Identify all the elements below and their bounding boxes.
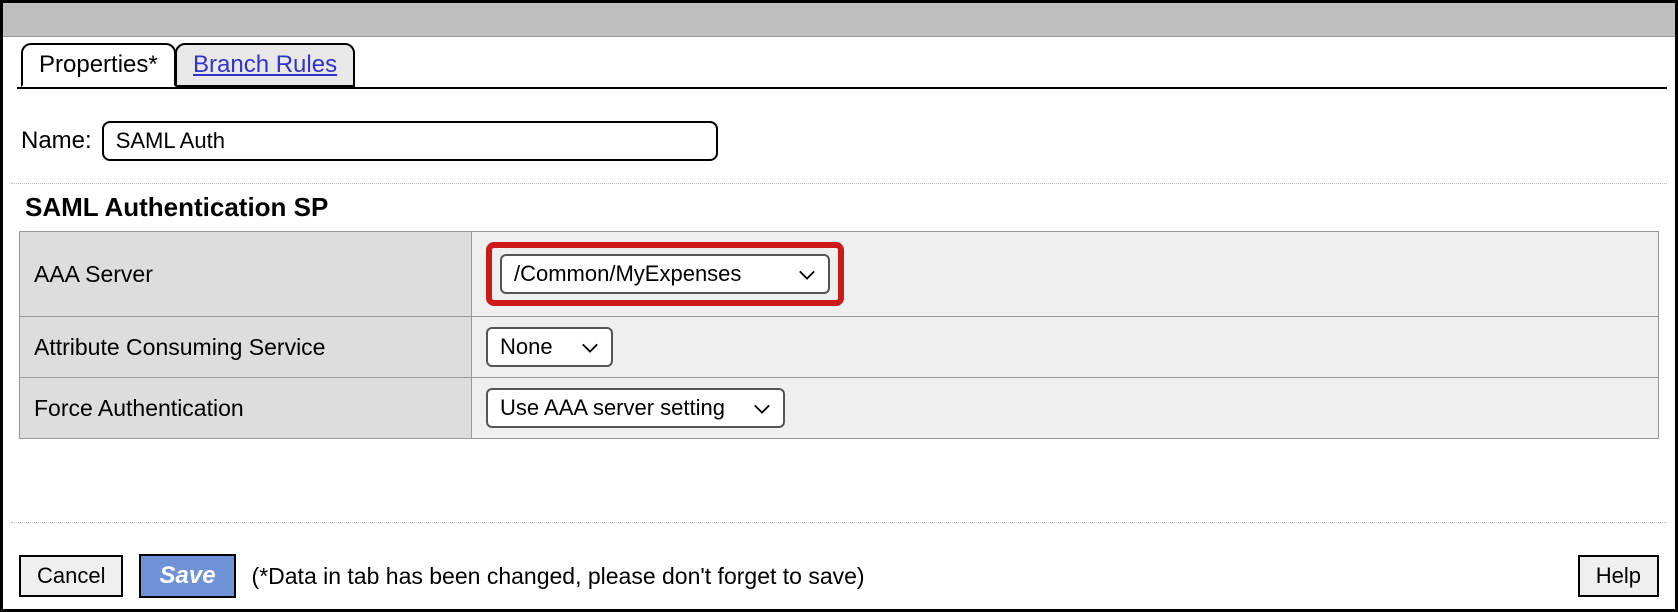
- chevron-down-icon: [784, 261, 816, 287]
- label-force-auth: Force Authentication: [20, 378, 472, 439]
- label-attr-consume: Attribute Consuming Service: [20, 317, 472, 378]
- cancel-button[interactable]: Cancel: [19, 555, 123, 597]
- cell-attr-consume: None: [472, 317, 1659, 378]
- cell-force-auth: Use AAA server setting: [472, 378, 1659, 439]
- select-attr-consume-value: None: [500, 334, 553, 360]
- chevron-down-icon: [567, 334, 599, 360]
- window-titlebar: [3, 3, 1675, 37]
- saml-settings-table: AAA Server /Common/MyExpenses Attribute …: [19, 231, 1659, 439]
- footer-bar: Cancel Save (*Data in tab has been chang…: [3, 543, 1675, 609]
- chevron-down-icon: [739, 395, 771, 421]
- select-aaa-server-value: /Common/MyExpenses: [514, 261, 741, 287]
- tab-branch-rules[interactable]: Branch Rules: [175, 43, 355, 87]
- cell-aaa-server: /Common/MyExpenses: [472, 232, 1659, 317]
- divider: [11, 183, 1667, 184]
- name-label: Name:: [21, 127, 92, 155]
- select-attr-consume[interactable]: None: [486, 327, 613, 367]
- name-row: Name:: [21, 121, 1675, 161]
- unsaved-note: (*Data in tab has been changed, please d…: [252, 563, 865, 590]
- select-aaa-server[interactable]: /Common/MyExpenses: [500, 254, 830, 294]
- save-button[interactable]: Save: [139, 554, 235, 598]
- row-aaa-server: AAA Server /Common/MyExpenses: [20, 232, 1659, 317]
- name-input[interactable]: [102, 121, 718, 161]
- highlight-aaa-server: /Common/MyExpenses: [486, 242, 844, 306]
- tabs-row: Properties* Branch Rules: [3, 43, 1675, 93]
- footer-divider: [11, 522, 1667, 523]
- row-force-authentication: Force Authentication Use AAA server sett…: [20, 378, 1659, 439]
- label-aaa-server: AAA Server: [20, 232, 472, 317]
- row-attribute-consuming-service: Attribute Consuming Service None: [20, 317, 1659, 378]
- select-force-auth[interactable]: Use AAA server setting: [486, 388, 785, 428]
- section-title: SAML Authentication SP: [25, 192, 1675, 223]
- dialog-window: Properties* Branch Rules Name: SAML Auth…: [0, 0, 1678, 612]
- select-force-auth-value: Use AAA server setting: [500, 395, 725, 421]
- tab-underline: [17, 87, 1667, 89]
- tab-properties[interactable]: Properties*: [21, 43, 176, 87]
- help-button[interactable]: Help: [1578, 555, 1659, 597]
